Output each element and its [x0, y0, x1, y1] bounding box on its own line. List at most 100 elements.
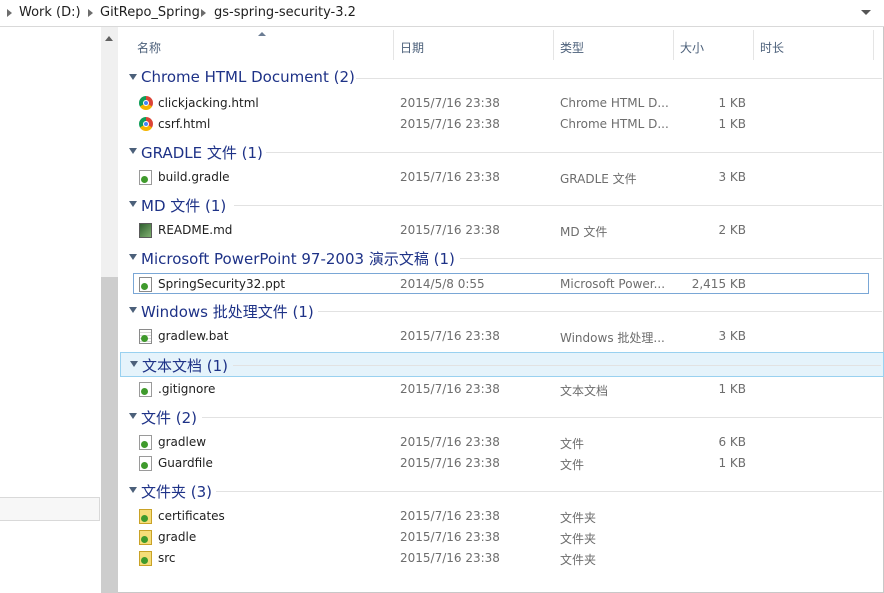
group-header-batch[interactable]: Windows 批处理文件 (1)	[120, 299, 884, 324]
file-icon	[139, 170, 152, 185]
column-header-duration[interactable]: 时长	[760, 39, 784, 56]
group-divider-line	[318, 311, 882, 312]
file-type: Chrome HTML D...	[560, 96, 668, 110]
file-row[interactable]: clickjacking.html 2015/7/16 23:38 Chrome…	[134, 93, 870, 114]
file-size: 1 KB	[718, 96, 746, 110]
breadcrumb-gitrepo-spring[interactable]: GitRepo_Spring	[100, 5, 200, 20]
file-icon	[139, 456, 152, 471]
column-divider[interactable]	[393, 30, 394, 60]
group-title: Windows 批处理文件 (1)	[141, 303, 314, 321]
collapse-chevron-icon[interactable]	[129, 201, 137, 207]
file-size: 1 KB	[718, 382, 746, 396]
file-row-focused[interactable]: SpringSecurity32.ppt 2014/5/8 0:55 Micro…	[133, 273, 869, 294]
collapse-chevron-icon[interactable]	[129, 487, 137, 493]
file-date: 2015/7/16 23:38	[400, 382, 500, 396]
file-size: 3 KB	[718, 329, 746, 343]
file-row[interactable]: build.gradle 2015/7/16 23:38 GRADLE 文件 3…	[134, 167, 870, 188]
file-date: 2015/7/16 23:38	[400, 117, 500, 131]
scroll-up-arrow-icon[interactable]	[105, 36, 113, 41]
column-divider[interactable]	[553, 30, 554, 60]
file-type: 文件夹	[560, 532, 597, 546]
collapse-chevron-icon[interactable]	[129, 254, 137, 260]
file-date: 2015/7/16 23:38	[400, 96, 500, 110]
file-size: 1 KB	[718, 117, 746, 131]
group-title: MD 文件 (1)	[141, 197, 227, 215]
group-header-powerpoint[interactable]: Microsoft PowerPoint 97-2003 演示文稿 (1)	[120, 246, 884, 271]
chevron-right-icon[interactable]	[201, 9, 206, 17]
breadcrumb-current-folder[interactable]: gs-spring-security-3.2	[214, 5, 356, 20]
folder-row[interactable]: certificates 2015/7/16 23:38 文件夹	[134, 506, 870, 527]
file-date: 2015/7/16 23:38	[400, 170, 500, 184]
column-header-size[interactable]: 大小	[680, 39, 704, 56]
column-header-type[interactable]: 类型	[560, 39, 584, 56]
chevron-right-icon[interactable]	[7, 9, 12, 17]
group-header-md[interactable]: MD 文件 (1)	[120, 193, 884, 218]
column-divider[interactable]	[753, 30, 754, 60]
file-name: gradlew.bat	[158, 329, 229, 343]
group-divider-line	[356, 78, 882, 79]
group-divider-line	[266, 152, 882, 153]
file-date: 2015/7/16 23:38	[400, 509, 500, 523]
file-row[interactable]: gradlew.bat 2015/7/16 23:38 Windows 批处理.…	[134, 326, 870, 347]
group-header-files[interactable]: 文件 (2)	[120, 405, 884, 430]
file-size: 2,415 KB	[691, 277, 746, 291]
file-date: 2015/7/16 23:38	[400, 551, 500, 565]
column-divider[interactable]	[873, 30, 874, 60]
file-row[interactable]: csrf.html 2015/7/16 23:38 Chrome HTML D.…	[134, 114, 870, 135]
file-size: 2 KB	[718, 223, 746, 237]
file-type: 文件夹	[560, 511, 597, 525]
folder-row[interactable]: src 2015/7/16 23:38 文件夹	[134, 548, 870, 569]
group-title: 文件 (2)	[141, 409, 198, 427]
group-header-text-document[interactable]: 文本文档 (1)	[120, 352, 884, 377]
navigation-scrollbar-thumb[interactable]	[101, 277, 118, 593]
group-divider-line	[202, 417, 882, 418]
powerpoint-file-icon	[139, 277, 152, 292]
navigation-selected-item[interactable]	[0, 497, 100, 521]
file-row[interactable]: README.md 2015/7/16 23:38 MD 文件 2 KB	[134, 220, 870, 241]
file-type: Chrome HTML D...	[560, 117, 668, 131]
address-bar[interactable]: Work (D:) GitRepo_Spring gs-spring-secur…	[0, 0, 884, 27]
collapse-chevron-icon[interactable]	[129, 148, 137, 154]
file-type: 文件	[560, 437, 585, 451]
collapse-chevron-icon[interactable]	[129, 307, 137, 313]
group-header-chrome-html[interactable]: Chrome HTML Document (2)	[120, 66, 884, 91]
folder-row[interactable]: gradle 2015/7/16 23:38 文件夹	[134, 527, 870, 548]
batch-file-icon	[139, 329, 152, 344]
file-type: 文件	[560, 458, 585, 472]
sort-ascending-icon	[258, 32, 266, 36]
file-name: clickjacking.html	[158, 96, 259, 110]
chevron-right-icon[interactable]	[88, 9, 93, 17]
file-size: 1 KB	[718, 456, 746, 470]
file-name: README.md	[158, 223, 233, 237]
folder-icon	[139, 530, 152, 545]
column-divider[interactable]	[673, 30, 674, 60]
breadcrumb-work-drive[interactable]: Work (D:)	[19, 5, 81, 20]
group-header-gradle[interactable]: GRADLE 文件 (1)	[120, 140, 884, 165]
file-name: SpringSecurity32.ppt	[158, 277, 286, 291]
file-date: 2015/7/16 23:38	[400, 329, 500, 343]
file-date: 2015/7/16 23:38	[400, 435, 500, 449]
navigation-pane[interactable]	[0, 27, 101, 593]
group-header-folders[interactable]: 文件夹 (3)	[120, 479, 884, 504]
collapse-chevron-icon[interactable]	[129, 74, 137, 80]
file-name: build.gradle	[158, 170, 230, 184]
file-date: 2015/7/16 23:38	[400, 456, 500, 470]
column-header-name[interactable]: 名称	[137, 39, 161, 56]
collapse-chevron-icon[interactable]	[130, 361, 138, 367]
chrome-icon	[139, 96, 153, 110]
file-row[interactable]: Guardfile 2015/7/16 23:38 文件 1 KB	[134, 453, 870, 474]
file-name: csrf.html	[158, 117, 211, 131]
file-name: certificates	[158, 509, 225, 523]
file-icon	[139, 435, 152, 450]
file-date: 2015/7/16 23:38	[400, 223, 500, 237]
file-row[interactable]: .gitignore 2015/7/16 23:38 文本文档 1 KB	[134, 379, 870, 400]
file-name: gradlew	[158, 435, 207, 449]
file-name: .gitignore	[158, 382, 216, 396]
file-date: 2014/5/8 0:55	[400, 277, 485, 291]
file-row[interactable]: gradlew 2015/7/16 23:38 文件 6 KB	[134, 432, 870, 453]
address-history-dropdown-icon[interactable]	[861, 10, 871, 15]
group-title: GRADLE 文件 (1)	[141, 144, 263, 162]
column-header-date[interactable]: 日期	[400, 39, 424, 56]
file-type: Windows 批处理...	[560, 331, 665, 345]
collapse-chevron-icon[interactable]	[129, 413, 137, 419]
